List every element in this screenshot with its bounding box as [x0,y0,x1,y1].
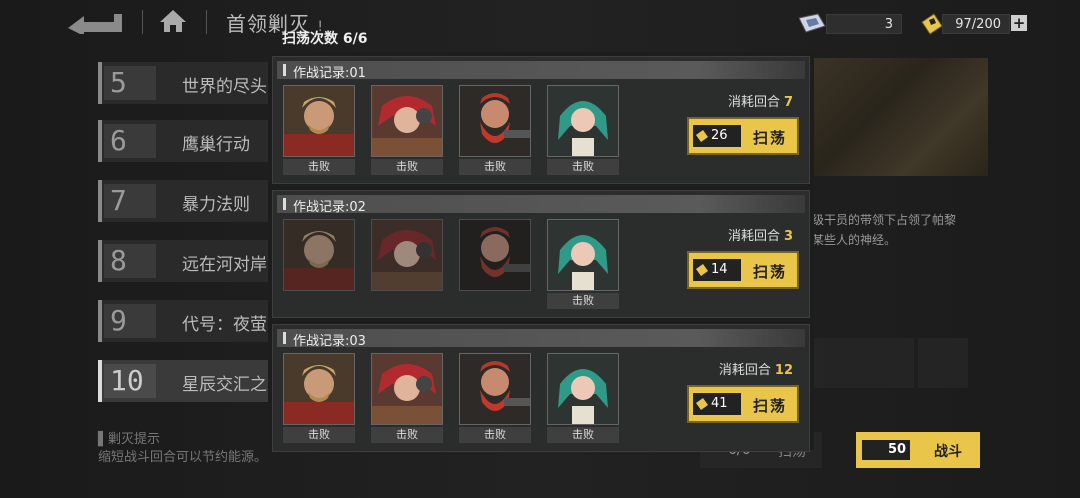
home-icon [160,10,186,32]
defeated-tag: 击败 [547,427,619,443]
battle-record: 作战记录:02 击败 消耗回合 3 14 扫荡 [272,190,810,318]
enemy-portrait [459,85,531,157]
enemy-portrait [371,219,443,291]
sweep-button[interactable]: 41 扫荡 [687,385,799,423]
stage-item[interactable]: 8 远在河对岸 [98,240,268,282]
stage-item[interactable]: 7 暴力法则 [98,180,268,222]
stage-name: 远在河对岸 [182,255,267,275]
record-header: 作战记录:02 [277,195,805,215]
sweep-label: 扫荡 [753,129,788,147]
enemy-portrait [283,353,355,425]
defeated-tag: 击败 [283,159,355,175]
record-label: 作战记录:03 [293,334,366,349]
defeated-tag: 击败 [371,427,443,443]
enemy-portrait [371,353,443,425]
divider [142,10,143,34]
stage-item[interactable]: 9 代号：夜萤 [98,300,268,342]
enemy-portrait [371,85,443,157]
stage-name: 世界的尽头 [182,77,267,97]
sweep-label: 扫荡 [753,397,788,415]
enemy-portrait [283,219,355,291]
back-button[interactable] [66,8,124,36]
battle-record: 作战记录:01 击败 击败 击败 击败 消耗回合 7 26 扫荡 [272,56,810,184]
hint-title: ▌剿灭提示 [98,432,161,447]
gem-count: 3 [826,14,902,34]
defeated-tag: 击败 [283,427,355,443]
stage-number: 10 [104,364,156,398]
divider [206,10,207,34]
stage-item[interactable]: 5 世界的尽头 [98,62,268,104]
energy-ticket-icon [921,13,943,35]
defeated-tag: 击败 [547,293,619,309]
stage-name: 星辰交汇之 [182,375,267,395]
stage-number: 8 [104,244,156,278]
stamina-count: 97/200 [942,14,1010,34]
stage-map-image [812,58,988,176]
back-arrow-icon [68,14,122,36]
enemy-portrait [459,219,531,291]
sweep-cost: 26 [711,128,728,143]
stage-name: 代号：夜萤 [182,315,267,335]
turns-consumed: 消耗回合 3 [727,229,793,244]
stage-number: 5 [104,66,156,100]
sweep-count-title: 扫荡次数 6/6 [282,31,368,47]
sweep-button[interactable]: 26 扫荡 [687,117,799,155]
sweep-cost: 14 [711,262,728,277]
enemy-portrait [547,85,619,157]
turns-consumed: 消耗回合 12 [718,363,793,378]
battle-record: 作战记录:03 击败 击败 击败 击败 消耗回合 12 41 扫荡 [272,324,810,452]
enemy-portrait [864,338,914,388]
fight-button[interactable]: 50 战斗 [856,432,980,468]
defeated-tag: 击败 [547,159,619,175]
defeated-tag: 击败 [459,159,531,175]
energy-ticket-icon [696,130,708,142]
enemy-portrait [918,338,968,388]
enemy-portrait [283,85,355,157]
defeated-tag: 击败 [459,427,531,443]
home-button[interactable] [158,8,188,34]
energy-ticket-icon [696,398,708,410]
turns-consumed: 消耗回合 7 [727,95,793,110]
hint-text: 缩短战斗回合可以节约能源。 [98,450,268,465]
record-header: 作战记录:03 [277,329,805,349]
stage-item[interactable]: 6 鹰巢行动 [98,120,268,162]
enemy-portrait [459,353,531,425]
enemy-portrait [547,353,619,425]
sweep-cost: 41 [711,396,728,411]
enemy-portrait [547,219,619,291]
gem-ticket-icon [798,13,826,33]
stage-number: 9 [104,304,156,338]
record-label: 作战记录:01 [293,66,366,81]
stage-name: 暴力法则 [182,195,250,215]
stage-name: 鹰巢行动 [182,135,250,155]
stage-item-selected[interactable]: 10 星辰交汇之 [98,360,268,402]
sweep-button[interactable]: 14 扫荡 [687,251,799,289]
enemy-portrait [814,338,864,388]
energy-ticket-icon [696,264,708,276]
plus-icon: + [1012,14,1026,32]
defeated-tag: 击败 [371,159,443,175]
record-header: 作战记录:01 [277,61,805,81]
top-bar: 首领剿灭 ! 3 97/200 + [0,0,1080,44]
add-stamina-button[interactable]: + [1011,15,1027,31]
sweep-label: 扫荡 [753,263,788,281]
record-label: 作战记录:02 [293,200,366,215]
stage-description: 级干员的带领下占领了帕黎 某些人的神经。 [812,213,957,247]
stage-number: 6 [104,124,156,158]
stage-number: 7 [104,184,156,218]
